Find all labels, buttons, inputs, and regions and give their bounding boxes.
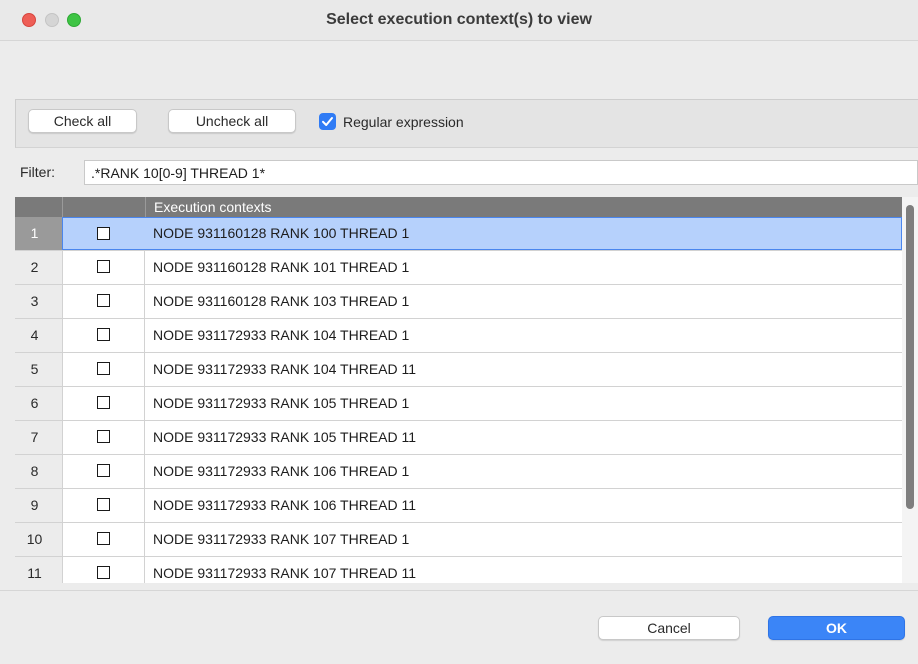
row-checkbox[interactable] — [97, 464, 110, 477]
table-row[interactable]: 7 NODE 931172933 RANK 105 THREAD 11 — [15, 421, 902, 455]
row-number: 11 — [15, 557, 62, 583]
filter-input[interactable] — [84, 160, 918, 185]
row-checkbox-cell — [62, 523, 145, 556]
filter-label: Filter: — [20, 164, 55, 180]
row-checkbox-cell — [62, 557, 145, 583]
table-row[interactable]: 4 NODE 931172933 RANK 104 THREAD 1 — [15, 319, 902, 353]
execution-context-label: NODE 931172933 RANK 107 THREAD 11 — [153, 565, 417, 581]
execution-context-label: NODE 931172933 RANK 107 THREAD 1 — [153, 531, 410, 547]
row-checkbox[interactable] — [97, 260, 110, 273]
row-checkbox[interactable] — [97, 532, 110, 545]
row-checkbox[interactable] — [97, 566, 110, 579]
column-header-index — [15, 197, 62, 217]
row-checkbox-cell — [62, 285, 145, 318]
execution-context-label: NODE 931172933 RANK 104 THREAD 1 — [153, 327, 410, 343]
checkmark-icon — [322, 117, 333, 126]
row-number: 8 — [15, 455, 62, 488]
row-number: 6 — [15, 387, 62, 420]
row-checkbox[interactable] — [97, 328, 110, 341]
regex-checkbox[interactable] — [319, 113, 336, 130]
row-number: 4 — [15, 319, 62, 352]
vertical-scrollbar[interactable] — [902, 197, 918, 583]
column-header-execution-contexts[interactable]: Execution contexts — [145, 197, 902, 217]
row-checkbox-cell — [62, 319, 145, 352]
uncheck-all-button[interactable]: Uncheck all — [168, 109, 296, 133]
regex-label: Regular expression — [343, 114, 464, 130]
row-number: 5 — [15, 353, 62, 386]
table-row[interactable]: 10 NODE 931172933 RANK 107 THREAD 1 — [15, 523, 902, 557]
table-row[interactable]: 1 NODE 931160128 RANK 100 THREAD 1 — [15, 217, 902, 251]
table-row[interactable]: 2 NODE 931160128 RANK 101 THREAD 1 — [15, 251, 902, 285]
check-all-button[interactable]: Check all — [28, 109, 137, 133]
row-checkbox[interactable] — [97, 294, 110, 307]
selection-outline — [62, 217, 902, 250]
footer-divider — [0, 590, 918, 591]
table-row[interactable]: 6 NODE 931172933 RANK 105 THREAD 1 — [15, 387, 902, 421]
window-title: Select execution context(s) to view — [326, 11, 592, 28]
table-row[interactable]: 5 NODE 931172933 RANK 104 THREAD 11 — [15, 353, 902, 387]
row-number: 7 — [15, 421, 62, 454]
row-number: 9 — [15, 489, 62, 522]
column-header-checkbox — [62, 197, 145, 217]
row-checkbox-cell — [62, 251, 145, 284]
ok-button[interactable]: OK — [768, 616, 905, 640]
table-row[interactable]: 9 NODE 931172933 RANK 106 THREAD 11 — [15, 489, 902, 523]
row-number: 10 — [15, 523, 62, 556]
execution-context-label: NODE 931160128 RANK 101 THREAD 1 — [153, 259, 410, 275]
row-checkbox-cell — [62, 421, 145, 454]
execution-context-label: NODE 931172933 RANK 104 THREAD 11 — [153, 361, 417, 377]
dialog-window: Select execution context(s) to view Chec… — [0, 0, 918, 664]
table-row[interactable]: 3 NODE 931160128 RANK 103 THREAD 1 — [15, 285, 902, 319]
row-checkbox[interactable] — [97, 498, 110, 511]
table-row[interactable]: 8 NODE 931172933 RANK 106 THREAD 1 — [15, 455, 902, 489]
title-bar[interactable]: Select execution context(s) to view — [0, 0, 918, 41]
execution-context-label: NODE 931172933 RANK 106 THREAD 11 — [153, 497, 417, 513]
row-checkbox-cell — [62, 387, 145, 420]
row-checkbox-cell — [62, 489, 145, 522]
selection-toolbar: Check all Uncheck all Regular expression — [15, 99, 918, 148]
execution-contexts-table: Execution contexts 1 NODE 931160128 RANK … — [15, 197, 902, 583]
row-checkbox[interactable] — [97, 396, 110, 409]
execution-context-label: NODE 931160128 RANK 103 THREAD 1 — [153, 293, 410, 309]
execution-context-label: NODE 931172933 RANK 105 THREAD 11 — [153, 429, 417, 445]
row-number: 2 — [15, 251, 62, 284]
execution-context-label: NODE 931172933 RANK 105 THREAD 1 — [153, 395, 410, 411]
row-number: 1 — [15, 217, 62, 250]
execution-context-label: NODE 931172933 RANK 106 THREAD 1 — [153, 463, 410, 479]
row-checkbox-cell — [62, 455, 145, 488]
scrollbar-thumb[interactable] — [906, 205, 914, 509]
row-number: 3 — [15, 285, 62, 318]
table-row[interactable]: 11 NODE 931172933 RANK 107 THREAD 11 — [15, 557, 902, 583]
table-header: Execution contexts — [15, 197, 902, 217]
row-checkbox[interactable] — [97, 430, 110, 443]
row-checkbox[interactable] — [97, 362, 110, 375]
cancel-button[interactable]: Cancel — [598, 616, 740, 640]
row-checkbox-cell — [62, 353, 145, 386]
